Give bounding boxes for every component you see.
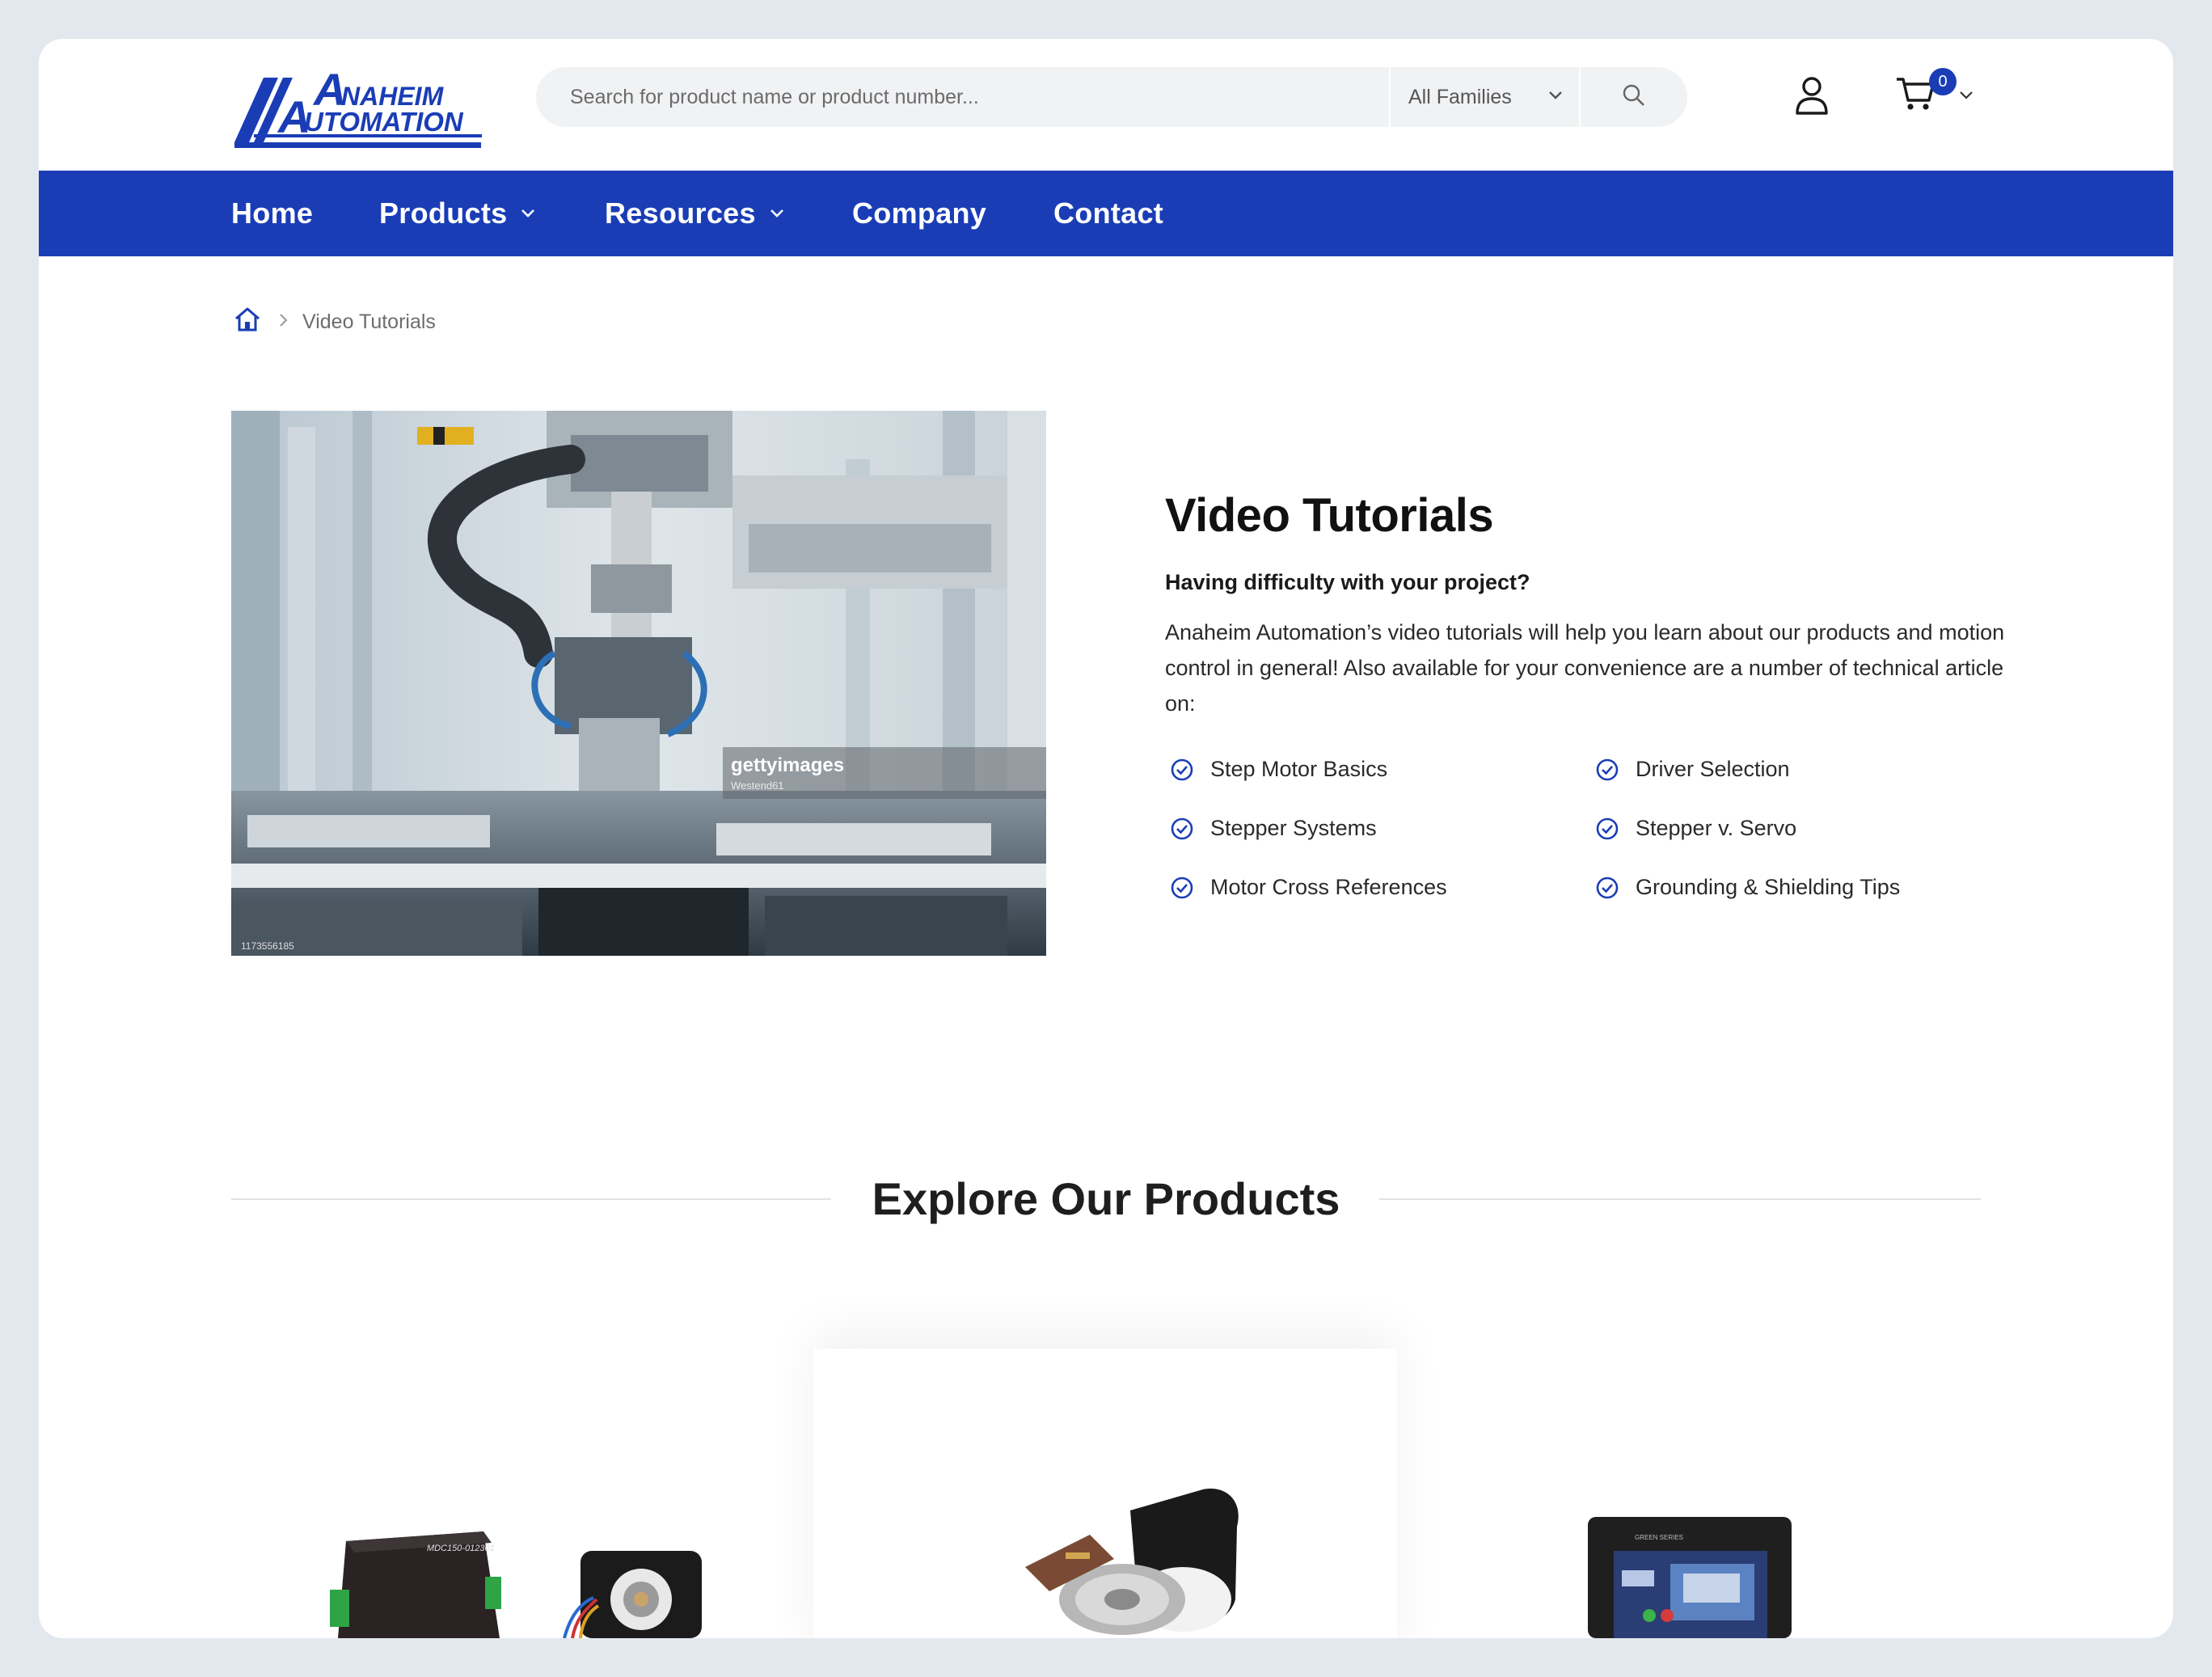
product-image-hmi[interactable]: GREEN SERIES <box>1586 1517 1796 1638</box>
nav-item-company[interactable]: Company <box>852 171 986 256</box>
check-circle-icon <box>1171 758 1193 780</box>
chevron-down-icon[interactable] <box>1958 89 1974 106</box>
check-circle-icon <box>1596 877 1619 898</box>
search-input[interactable] <box>536 67 1389 127</box>
product-image-driver-motor[interactable]: MDC150-012301 <box>298 1519 799 1638</box>
watermark-text: gettyimages <box>731 754 844 776</box>
topic-list: Step Motor Basics Stepper Systems Motor … <box>1170 757 2011 951</box>
topic-label: Grounding & Shielding Tips <box>1636 875 1901 899</box>
device-frame: A NAHEIM A UTOMATION All Families <box>0 0 2212 1677</box>
check-circle-icon <box>1171 817 1193 839</box>
family-select-value: All Families <box>1408 85 1512 108</box>
site-header: A NAHEIM A UTOMATION All Families <box>39 39 2173 171</box>
watermark-sub: Westend61 <box>731 779 784 792</box>
nav-item-label: Resources <box>605 196 756 230</box>
chevron-right-icon <box>278 310 289 334</box>
check-circle-icon <box>1596 758 1619 780</box>
nav-item-label: Company <box>852 196 987 230</box>
breadcrumb-current: Video Tutorials <box>302 310 436 333</box>
nav-item-label: Home <box>231 196 314 230</box>
product-label: MDC150-012301 <box>427 1544 495 1553</box>
topic-label: Step Motor Basics <box>1210 757 1388 781</box>
nav-item-label: Contact <box>1053 196 1164 230</box>
main-nav: Home Products Resources Company Contact <box>39 171 2173 256</box>
topic-item[interactable]: Grounding & Shielding Tips <box>1595 875 1900 900</box>
topic-item[interactable]: Step Motor Basics <box>1170 757 1387 782</box>
page-description: Anaheim Automation’s video tutorials wil… <box>1165 620 2005 716</box>
topic-item[interactable]: Stepper Systems <box>1170 816 1377 841</box>
nav-item-home[interactable]: Home <box>231 171 313 256</box>
search-button[interactable] <box>1579 67 1687 127</box>
nav-item-label: Products <box>379 196 508 230</box>
nav-item-resources[interactable]: Resources <box>605 171 787 256</box>
search-icon <box>1621 82 1647 112</box>
page-title: Video Tutorials <box>1165 489 1494 542</box>
product-image-encoder[interactable] <box>1017 1478 1276 1638</box>
browser-page: A NAHEIM A UTOMATION All Families <box>39 39 2173 1638</box>
topic-label: Driver Selection <box>1636 757 1790 781</box>
family-select[interactable]: All Families <box>1389 67 1579 127</box>
product-label: GREEN SERIES <box>1635 1534 1683 1541</box>
topic-item[interactable]: Stepper v. Servo <box>1595 816 1796 841</box>
hero-image: gettyimages Westend61 1173556185 <box>231 411 1046 956</box>
nav-item-contact[interactable]: Contact <box>1053 171 1163 256</box>
chevron-down-icon <box>521 209 535 218</box>
topic-label: Motor Cross References <box>1210 875 1447 899</box>
cart-count-badge: 0 <box>1929 68 1957 95</box>
breadcrumb: Video Tutorials <box>233 306 436 339</box>
topic-label: Stepper v. Servo <box>1636 816 1797 840</box>
check-circle-icon <box>1171 877 1193 898</box>
check-circle-icon <box>1596 817 1619 839</box>
image-id: 1173556185 <box>241 940 294 952</box>
intro-content: Video Tutorials Having difficulty with y… <box>1165 488 2006 721</box>
topic-item[interactable]: Driver Selection <box>1595 757 1790 782</box>
page-subtitle: Having difficulty with your project? <box>1165 570 1530 594</box>
home-icon[interactable] <box>233 306 262 339</box>
nav-item-products[interactable]: Products <box>379 171 538 256</box>
account-icon[interactable] <box>1795 76 1829 119</box>
chevron-down-icon <box>1547 87 1564 110</box>
logo-word-utomation: UTOMATION <box>304 107 464 137</box>
topic-item[interactable]: Motor Cross References <box>1170 875 1447 900</box>
chevron-down-icon <box>770 209 783 218</box>
search-bar: All Families <box>536 67 1687 127</box>
brand-logo[interactable]: A NAHEIM A UTOMATION <box>231 47 500 152</box>
section-title: Explore Our Products <box>872 1173 1340 1224</box>
topic-label: Stepper Systems <box>1210 816 1377 840</box>
